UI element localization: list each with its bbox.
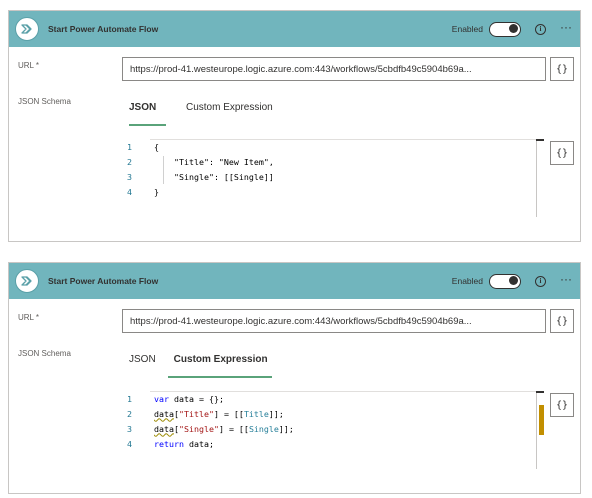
code-string: "Title" — [178, 408, 214, 419]
code-text: "Single": [[Single]] — [154, 171, 274, 182]
tab-custom-expression[interactable]: Custom Expression — [178, 102, 281, 126]
code-punct: ]]; — [268, 408, 284, 419]
schema-dynamic-content-button[interactable]: {} — [550, 141, 574, 165]
code-punct: ]]; — [278, 423, 294, 434]
info-icon[interactable]: i — [535, 275, 546, 287]
code-line: 3 "Single": [[Single]] — [122, 169, 274, 184]
code-keyword: var — [154, 393, 169, 404]
tab-custom-expression-label: Custom Expression — [173, 354, 268, 365]
tab-custom-expression-label: Custom Expression — [186, 102, 273, 113]
code-rest: data = {}; — [169, 393, 224, 404]
line-number: 3 — [127, 423, 132, 434]
code-line: 4 return data; — [122, 436, 214, 451]
flow-card-json: Start Power Automate Flow Enabled i ··· … — [8, 10, 581, 242]
code-line: 2 "Title": "New Item", — [122, 154, 274, 169]
code-line: 1 var data = {}; — [122, 391, 224, 406]
code-token: Single — [248, 423, 279, 434]
code-editor[interactable]: 1 { 2 "Title": "New Item", 3 "Single": [… — [122, 139, 544, 217]
line-number: 1 — [127, 141, 132, 152]
line-number: 4 — [127, 186, 132, 197]
code-text: var data = {}; — [144, 394, 224, 404]
tab-json[interactable]: JSON — [129, 354, 164, 378]
editor-scrollbar-marker — [536, 391, 544, 393]
enabled-label: Enabled — [451, 24, 483, 34]
action-title: Start Power Automate Flow — [48, 24, 159, 34]
line-number: 4 — [127, 438, 132, 449]
more-options-icon[interactable]: ··· — [560, 21, 572, 35]
enabled-toggle[interactable] — [489, 21, 521, 37]
code-keyword: return — [154, 438, 184, 449]
schema-tabs: JSON Custom Expression — [129, 102, 281, 126]
schema-dynamic-content-button[interactable]: {} — [550, 393, 574, 417]
action-title: Start Power Automate Flow — [48, 276, 159, 286]
code-text: "Title": "New Item", — [154, 156, 274, 167]
url-dynamic-content-button[interactable]: {} — [550, 57, 574, 81]
code-text: data["Title"] = [[Title]]; — [144, 409, 284, 419]
tab-json-label: JSON — [129, 102, 157, 113]
schema-tabs: JSON Custom Expression — [129, 354, 272, 378]
toggle-knob — [509, 276, 518, 285]
editor-scrollbar-marker — [536, 139, 544, 141]
code-line: 2 data["Title"] = [[Title]]; — [122, 406, 284, 421]
tab-active-indicator — [167, 376, 272, 378]
code-punct: ] = [[ — [218, 423, 249, 434]
tab-json-label: JSON — [129, 354, 156, 365]
code-string: "Single" — [178, 423, 219, 434]
code-identifier: data — [154, 423, 174, 434]
code-line: 1 { — [122, 139, 159, 154]
code-text: return data; — [144, 439, 214, 449]
tab-active-indicator — [129, 124, 166, 126]
toggle-knob — [509, 24, 518, 33]
power-automate-icon — [15, 269, 39, 293]
power-automate-icon — [15, 17, 39, 41]
code-rest: data; — [183, 438, 214, 449]
url-label: URL * — [18, 313, 40, 322]
code-line: 3 data["Single"] = [[Single]]; — [122, 421, 294, 436]
enabled-label: Enabled — [451, 276, 483, 286]
line-number: 1 — [127, 393, 132, 404]
line-number: 3 — [127, 171, 132, 182]
code-line: 4 } — [122, 184, 159, 199]
json-schema-label: JSON Schema — [18, 349, 71, 358]
code-text: data["Single"] = [[Single]]; — [144, 424, 294, 434]
code-punct: ] = [[ — [213, 408, 244, 419]
card-header: Start Power Automate Flow Enabled i ··· — [9, 11, 580, 47]
code-text: } — [154, 186, 159, 197]
url-input[interactable]: https://prod-41.westeurope.logic.azure.c… — [122, 309, 546, 333]
card-header: Start Power Automate Flow Enabled i ··· — [9, 263, 580, 299]
editor-current-line — [150, 139, 536, 140]
json-schema-label: JSON Schema — [18, 97, 71, 106]
flow-card-custom-expression: Start Power Automate Flow Enabled i ··· … — [8, 262, 581, 494]
tab-custom-expression[interactable]: Custom Expression — [167, 354, 272, 378]
code-identifier: data — [154, 408, 174, 419]
code-editor[interactable]: 1 var data = {}; 2 data["Title"] = [[Tit… — [122, 391, 544, 469]
code-text: { — [154, 141, 159, 152]
url-label: URL * — [18, 61, 40, 70]
tab-json[interactable]: JSON — [129, 102, 166, 126]
code-token: Title — [243, 408, 269, 419]
more-options-icon[interactable]: ··· — [560, 273, 572, 287]
enabled-toggle[interactable] — [489, 273, 521, 289]
line-number: 2 — [127, 408, 132, 419]
line-number: 2 — [127, 156, 132, 167]
url-input[interactable]: https://prod-41.westeurope.logic.azure.c… — [122, 57, 546, 81]
url-dynamic-content-button[interactable]: {} — [550, 309, 574, 333]
editor-warning-marker — [539, 405, 544, 435]
info-icon[interactable]: i — [535, 23, 546, 35]
